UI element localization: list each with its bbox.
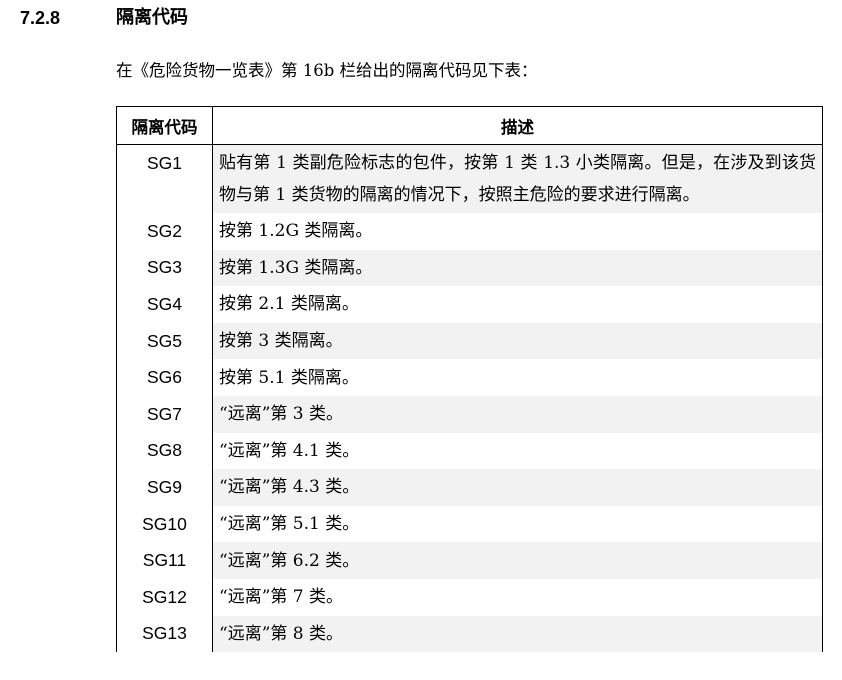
table-row: SG6 按第 5.1 类隔离。 (116, 359, 823, 396)
table-header-row: 隔离代码 描述 (116, 106, 823, 145)
segregation-description: “远离”第 7 类。 (212, 578, 823, 616)
column-header-code: 隔离代码 (116, 106, 213, 145)
segregation-description: “远离”第 3 类。 (212, 395, 823, 433)
segregation-code: SG5 (116, 322, 213, 360)
segregation-code: SG12 (116, 578, 213, 616)
table-row: SG4 按第 2.1 类隔离。 (116, 286, 823, 323)
section-title: 隔离代码 (116, 7, 188, 28)
segregation-code: SG3 (116, 249, 213, 287)
segregation-description: “远离”第 5.1 类。 (212, 505, 823, 543)
segregation-description: “远离”第 4.1 类。 (212, 432, 823, 470)
table-row: SG10 “远离”第 5.1 类。 (116, 505, 823, 543)
table-row: SG7 “远离”第 3 类。 (116, 395, 823, 433)
section-number: 7.2.8 (20, 8, 61, 28)
segregation-description: 按第 2.1 类隔离。 (212, 286, 823, 323)
segregation-description: “远离”第 6.2 类。 (212, 542, 823, 579)
column-header-description: 描述 (212, 106, 823, 145)
segregation-description: 按第 1.2G 类隔离。 (212, 213, 823, 250)
segregation-description: 按第 3 类隔离。 (212, 322, 823, 360)
segregation-code: SG6 (116, 359, 213, 396)
segregation-description: 按第 1.3G 类隔离。 (212, 249, 823, 287)
segregation-code: SG11 (116, 542, 213, 579)
segregation-code: SG8 (116, 432, 213, 470)
segregation-code: SG7 (116, 395, 213, 433)
segregation-code-table: 隔离代码 描述 SG1 贴有第 1 类副危险标志的包件，按第 1 类 1.3 小… (116, 106, 823, 653)
segregation-code: SG2 (116, 213, 213, 250)
segregation-code: SG9 (116, 469, 213, 506)
table-row: SG2 按第 1.2G 类隔离。 (116, 213, 823, 250)
segregation-code: SG4 (116, 286, 213, 323)
segregation-description: 贴有第 1 类副危险标志的包件，按第 1 类 1.3 小类隔离。但是，在涉及到该… (212, 144, 823, 213)
intro-paragraph: 在《危险货物一览表》第 16b 栏给出的隔离代码见下表： (116, 61, 538, 80)
table-row: SG13 “远离”第 8 类。 (116, 615, 823, 653)
table-row: SG11 “远离”第 6.2 类。 (116, 542, 823, 579)
table-row: SG5 按第 3 类隔离。 (116, 322, 823, 360)
table-row: SG9 “远离”第 4.3 类。 (116, 469, 823, 506)
segregation-description: “远离”第 8 类。 (212, 615, 823, 653)
table-row: SG1 贴有第 1 类副危险标志的包件，按第 1 类 1.3 小类隔离。但是，在… (116, 144, 823, 213)
segregation-code: SG10 (116, 505, 213, 543)
table-row: SG8 “远离”第 4.1 类。 (116, 432, 823, 470)
segregation-description: 按第 5.1 类隔离。 (212, 359, 823, 396)
table-row: SG3 按第 1.3G 类隔离。 (116, 249, 823, 287)
segregation-code: SG1 (116, 144, 213, 213)
table-row: SG12 “远离”第 7 类。 (116, 578, 823, 616)
segregation-code: SG13 (116, 615, 213, 653)
segregation-description: “远离”第 4.3 类。 (212, 469, 823, 506)
